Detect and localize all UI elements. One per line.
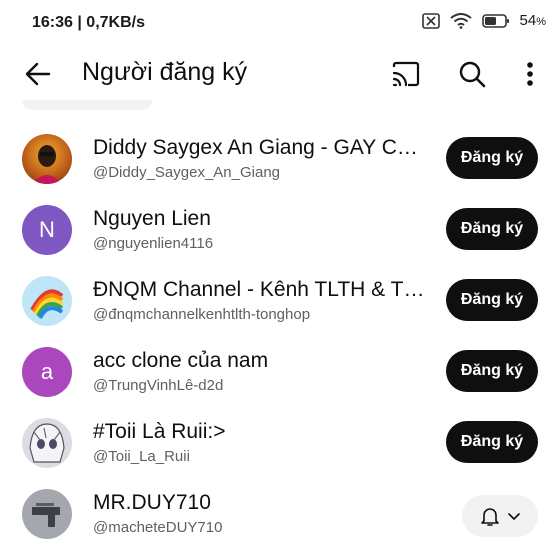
channel-name[interactable]: acc clone của nam: [93, 349, 428, 373]
subscriber-row[interactable]: ĐNQM Channel - Kênh TLTH & Tổng Hợp @đnq…: [0, 264, 560, 335]
channel-handle: @Toii_La_Ruii: [93, 448, 190, 465]
clock-text: 16:36: [32, 14, 73, 31]
search-icon[interactable]: [456, 58, 488, 90]
percent-sign: %: [536, 16, 546, 28]
channel-name[interactable]: Nguyen Lien: [93, 207, 428, 231]
battery-value: 54: [519, 12, 537, 29]
channel-handle: @đnqmchannelkenhtlth-tonghop: [93, 306, 311, 323]
status-separator: |: [72, 14, 87, 31]
subscribe-button[interactable]: Đăng ký: [446, 421, 538, 463]
channel-name[interactable]: Diddy Saygex An Giang - GAY Cấp Độ Hỗn M…: [93, 136, 428, 160]
channel-handle: @TrungVinhLê-d2d: [93, 377, 224, 394]
subscriber-row[interactable]: N Nguyen Lien @nguyenlien4116 Đăng ký: [0, 193, 560, 264]
avatar-portrait-image: [32, 145, 62, 184]
status-bar: 16:36 | 0,7KB/s 54%: [0, 0, 560, 46]
subscriber-row[interactable]: MR.DUY710 @macheteDUY710: [0, 477, 560, 548]
avatar-letter: N: [39, 217, 55, 242]
no-sim-icon: [421, 12, 440, 29]
filter-chip-edge: [22, 100, 152, 110]
subscribe-button[interactable]: Đăng ký: [446, 208, 538, 250]
gun-avatar-image: [32, 503, 60, 527]
app-bar: Người đăng ký: [0, 52, 560, 96]
avatar-letter: a: [40, 359, 54, 384]
avatar[interactable]: N: [22, 205, 72, 255]
channel-name[interactable]: ĐNQM Channel - Kênh TLTH & Tổng Hợp: [93, 278, 428, 302]
cast-icon[interactable]: [390, 58, 422, 90]
subscriber-row[interactable]: a acc clone của nam @TrungVinhLê-d2d Đăn…: [0, 335, 560, 406]
wifi-icon: [449, 12, 472, 29]
status-time: 16:36 | 0,7KB/s: [32, 14, 145, 32]
subscribe-button[interactable]: Đăng ký: [446, 137, 538, 179]
avatar[interactable]: [22, 418, 72, 468]
back-arrow-icon[interactable]: [24, 60, 52, 88]
subscriber-row[interactable]: #Toii Là Ruii:> @Toii_La_Ruii Đăng ký: [0, 406, 560, 477]
battery-icon: [481, 13, 509, 28]
subscribe-button[interactable]: Đăng ký: [446, 279, 538, 321]
battery-percentage: 54%: [520, 12, 546, 29]
page-title: Người đăng ký: [82, 58, 248, 86]
bell-icon: [481, 508, 499, 526]
subscriber-list: Diddy Saygex An Giang - GAY Cấp Độ Hỗn M…: [0, 122, 560, 548]
avatar[interactable]: a: [22, 347, 72, 397]
more-vert-icon[interactable]: [514, 58, 546, 90]
avatar[interactable]: [22, 489, 72, 539]
channel-name[interactable]: MR.DUY710: [93, 491, 428, 515]
subscribe-button[interactable]: Đăng ký: [446, 350, 538, 392]
channel-handle: @macheteDUY710: [93, 519, 223, 536]
rainbow-logo-image: [30, 289, 64, 319]
anime-avatar-image: [29, 423, 65, 463]
channel-handle: @nguyenlien4116: [93, 235, 214, 252]
network-speed: 0,7KB/s: [86, 14, 145, 31]
notification-bell-button[interactable]: [462, 495, 538, 537]
subscriber-row[interactable]: Diddy Saygex An Giang - GAY Cấp Độ Hỗn M…: [0, 122, 560, 193]
channel-name[interactable]: #Toii Là Ruii:>: [93, 420, 428, 444]
avatar[interactable]: [22, 134, 72, 184]
avatar[interactable]: [22, 276, 72, 326]
chevron-down-icon: [508, 513, 520, 520]
channel-handle: @Diddy_Saygex_An_Giang: [93, 164, 281, 181]
